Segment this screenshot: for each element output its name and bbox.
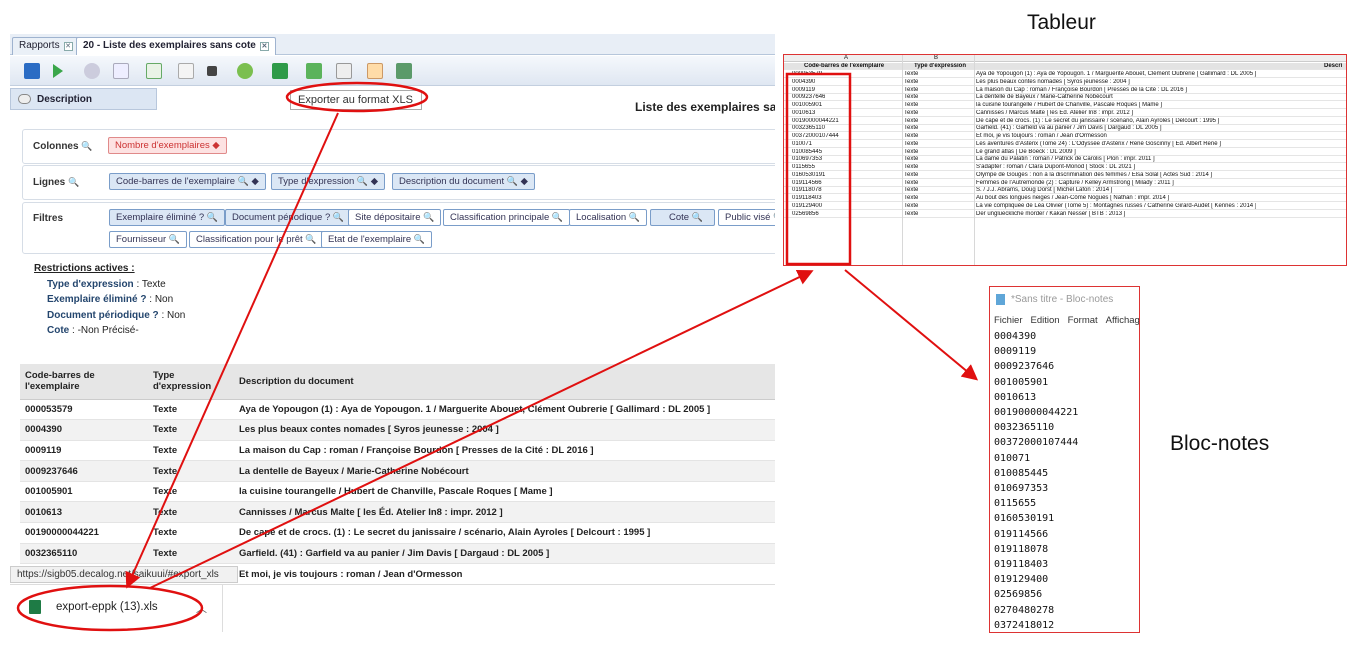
highlight-download bbox=[16, 584, 204, 632]
highlight-barcode-column bbox=[785, 72, 852, 266]
arrow-export-to-download bbox=[125, 112, 339, 589]
arrow-excel-to-notepad bbox=[844, 269, 979, 381]
arrow-download-to-excel bbox=[149, 269, 814, 589]
highlight-export-button bbox=[285, 81, 429, 113]
annotation-overlay bbox=[16, 72, 979, 632]
